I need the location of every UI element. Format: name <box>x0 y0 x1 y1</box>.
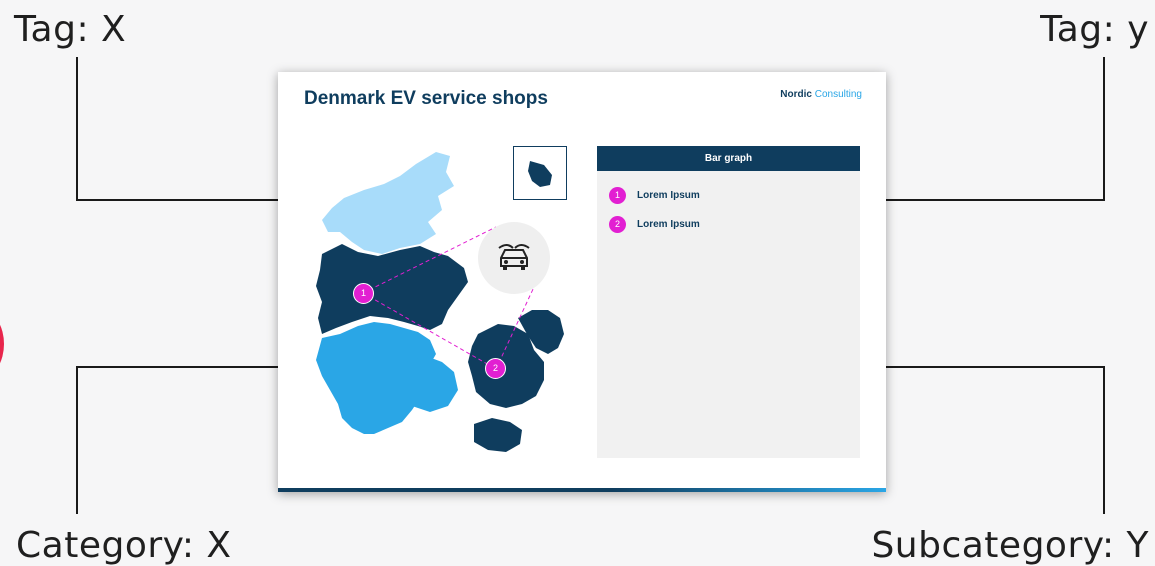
connector-bottom-left-horizontal <box>76 366 278 368</box>
connector-top-right-vertical <box>1103 57 1105 201</box>
connector-bottom-left-vertical <box>76 366 78 514</box>
slide-footer-bar <box>278 488 886 492</box>
connector-top-left-horizontal <box>76 199 278 201</box>
connector-top-right-horizontal <box>886 199 1105 201</box>
tag-top-right: Tag: y <box>1040 9 1149 50</box>
connector-bottom-right-vertical <box>1103 366 1105 514</box>
tag-top-left: Tag: X <box>14 9 127 50</box>
map-marker-2[interactable]: 2 <box>485 358 506 379</box>
legend-item: 1 Lorem Ipsum <box>609 186 700 204</box>
legend-item: 2 Lorem Ipsum <box>609 215 700 233</box>
accent-dot <box>0 312 4 376</box>
car-icon <box>498 244 530 270</box>
island-map-icon <box>528 161 552 187</box>
region-north-jutland <box>322 152 454 254</box>
legend-label: Lorem Ipsum <box>637 218 700 230</box>
map-inset <box>513 146 567 200</box>
legend-number: 1 <box>609 186 626 204</box>
connector-top-left-vertical <box>76 57 78 201</box>
legend-label: Lorem Ipsum <box>637 189 700 201</box>
legend-number: 2 <box>609 215 626 233</box>
connector-bottom-right-horizontal <box>886 366 1105 368</box>
tag-bottom-left: Category: X <box>16 525 232 566</box>
map-marker-1[interactable]: 1 <box>353 283 374 304</box>
car-icon-badge <box>478 222 550 294</box>
bar-graph-panel: Bar graph 1 Lorem Ipsum 2 Lorem Ipsum <box>597 146 860 458</box>
slide-preview[interactable]: Denmark EV service shops Nordic Consulti… <box>278 72 886 492</box>
tag-bottom-right: Subcategory: Y <box>871 525 1149 566</box>
panel-title: Bar graph <box>597 146 860 171</box>
region-central-jutland <box>316 244 468 334</box>
island-lolland <box>474 418 522 452</box>
